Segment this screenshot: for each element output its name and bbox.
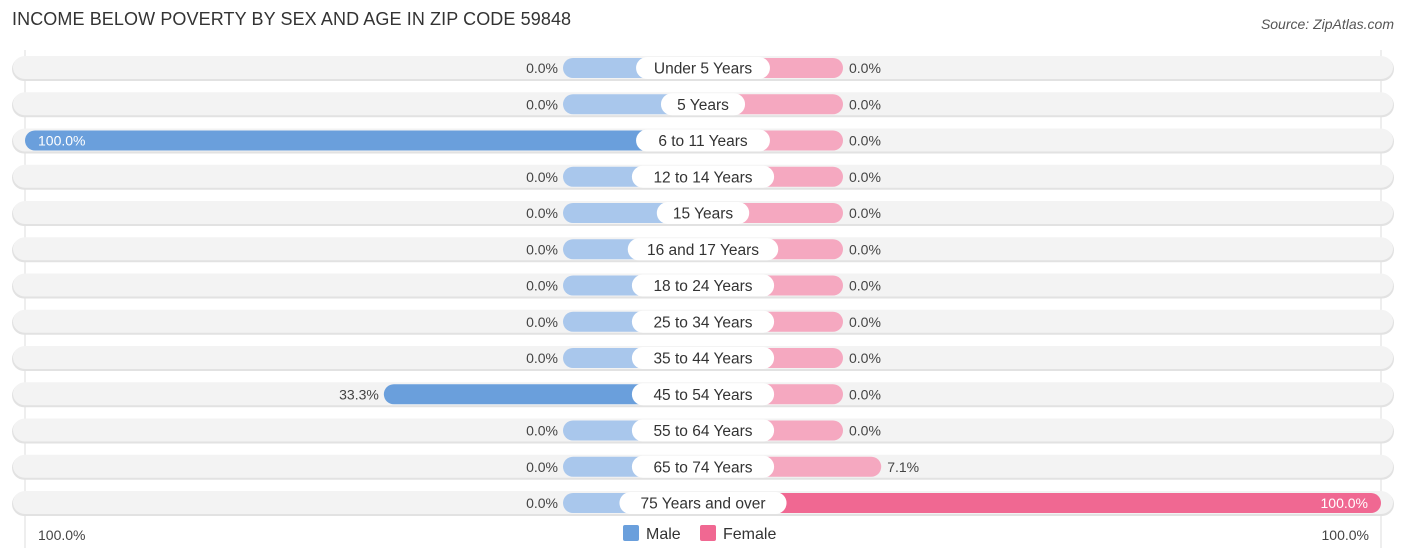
chart: 0.0% 0.0% Under 5 Years 0.0% 0.0% 5 Years 100.… — [12, 50, 1394, 548]
male-value-label: 0.0% — [526, 169, 558, 185]
category-label: 6 to 11 Years — [658, 133, 748, 150]
legend-label-male: Male — [646, 526, 681, 543]
female-value-label: 0.0% — [849, 133, 881, 149]
female-value-label: 0.0% — [849, 241, 881, 257]
category-label: 45 to 54 Years — [653, 387, 752, 404]
male-value-label: 100.0% — [38, 133, 85, 149]
female-bar — [703, 493, 1381, 513]
male-value-label: 0.0% — [526, 314, 558, 330]
category-label: 5 Years — [677, 97, 729, 114]
category-label: 15 Years — [673, 206, 734, 223]
female-value-label: 0.0% — [849, 423, 881, 439]
category-label: 75 Years and over — [641, 496, 766, 513]
category-label: 25 to 34 Years — [653, 314, 752, 331]
male-value-label: 0.0% — [526, 278, 558, 294]
category-label: Under 5 Years — [654, 61, 752, 78]
female-value-label: 100.0% — [1321, 495, 1368, 511]
axis-label-left: 100.0% — [38, 527, 85, 543]
male-value-label: 0.0% — [526, 423, 558, 439]
legend-swatch-female — [700, 525, 716, 541]
legend-swatch-male — [623, 525, 639, 541]
male-value-label: 0.0% — [526, 96, 558, 112]
category-label: 12 to 14 Years — [653, 169, 752, 186]
category-label: 16 and 17 Years — [647, 242, 759, 259]
female-value-label: 0.0% — [849, 350, 881, 366]
legend-label-female: Female — [723, 526, 776, 543]
female-value-label: 0.0% — [849, 96, 881, 112]
female-value-label: 7.1% — [887, 459, 919, 475]
male-value-label: 33.3% — [339, 386, 379, 402]
female-value-label: 0.0% — [849, 314, 881, 330]
axis-label-right: 100.0% — [1322, 527, 1369, 543]
category-label: 18 to 24 Years — [653, 278, 752, 295]
female-value-label: 0.0% — [849, 278, 881, 294]
male-value-label: 0.0% — [526, 350, 558, 366]
male-value-label: 0.0% — [526, 495, 558, 511]
female-value-label: 0.0% — [849, 60, 881, 76]
male-value-label: 0.0% — [526, 60, 558, 76]
female-value-label: 0.0% — [849, 169, 881, 185]
male-bar — [25, 130, 703, 151]
category-label: 65 to 74 Years — [653, 459, 752, 476]
category-label: 35 to 44 Years — [653, 351, 752, 368]
female-value-label: 0.0% — [849, 205, 881, 221]
female-value-label: 0.0% — [849, 386, 881, 402]
male-value-label: 0.0% — [526, 459, 558, 475]
category-label: 55 to 64 Years — [653, 423, 752, 440]
male-value-label: 0.0% — [526, 205, 558, 221]
male-value-label: 0.0% — [526, 241, 558, 257]
